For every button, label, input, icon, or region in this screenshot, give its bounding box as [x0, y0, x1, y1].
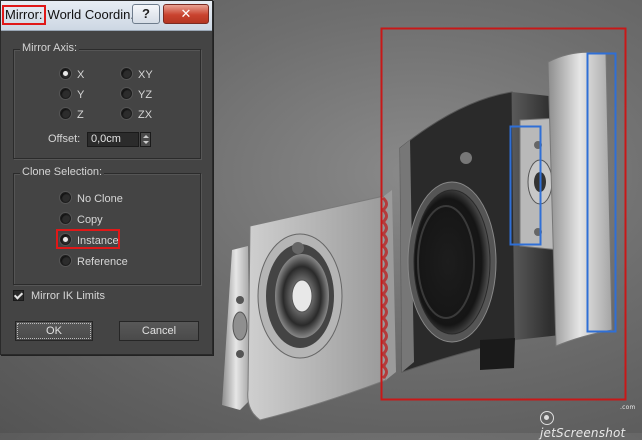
- offset-input[interactable]: 0,0cm: [87, 132, 139, 147]
- radio-reference[interactable]: Reference: [60, 255, 128, 269]
- radio-dot: [60, 192, 71, 203]
- radio-copy[interactable]: Copy: [60, 213, 103, 227]
- radio-dot: [60, 68, 71, 79]
- radio-axis-xy[interactable]: XY: [121, 68, 153, 82]
- offset-spinner[interactable]: [140, 132, 151, 147]
- radio-dot: [60, 108, 71, 119]
- radio-dot: [60, 255, 71, 266]
- mirror-ik-checkbox[interactable]: [13, 290, 24, 301]
- title-prefix: Mirror:: [2, 5, 46, 25]
- ok-button[interactable]: OK: [15, 321, 93, 341]
- offset-label: Offset:: [48, 133, 81, 145]
- help-button[interactable]: ?: [132, 4, 160, 24]
- radio-dot: [121, 68, 132, 79]
- spinner-up-icon[interactable]: [143, 135, 149, 138]
- spinner-down-icon[interactable]: [143, 141, 149, 144]
- speaker-left[interactable]: [222, 190, 396, 421]
- mirror-axis-label: Mirror Axis:: [20, 42, 79, 54]
- radio-dot: [60, 213, 71, 224]
- dialog-titlebar[interactable]: Mirror: World Coordin... ? ✕: [1, 1, 212, 31]
- dialog-title: Mirror: World Coordin...: [2, 5, 141, 25]
- instance-highlight-box: [56, 229, 120, 249]
- speaker-right[interactable]: [399, 51, 613, 373]
- close-button[interactable]: ✕: [163, 4, 209, 24]
- watermark-text: jetScreenshot: [540, 426, 626, 440]
- cancel-button[interactable]: Cancel: [119, 321, 199, 341]
- radio-axis-x[interactable]: X: [60, 68, 84, 82]
- radio-axis-z[interactable]: Z: [60, 108, 84, 122]
- mirror-dialog: Mirror: World Coordin... ? ✕ Mirror Axis:…: [0, 0, 213, 355]
- watermark: jetScreenshot .com: [540, 404, 642, 440]
- radio-dot: [60, 88, 71, 99]
- camera-logo-icon: [540, 411, 554, 425]
- title-coordinate-system: World Coordin...: [47, 7, 142, 22]
- radio-axis-yz[interactable]: YZ: [121, 88, 152, 102]
- clone-selection-label: Clone Selection:: [20, 166, 105, 178]
- radio-axis-y[interactable]: Y: [60, 88, 84, 102]
- radio-axis-zx[interactable]: ZX: [121, 108, 152, 122]
- radio-no-clone[interactable]: No Clone: [60, 192, 123, 206]
- radio-dot: [121, 108, 132, 119]
- mirror-ik-label[interactable]: Mirror IK Limits: [31, 290, 105, 302]
- watermark-suffix: .com: [620, 404, 636, 411]
- radio-dot: [121, 88, 132, 99]
